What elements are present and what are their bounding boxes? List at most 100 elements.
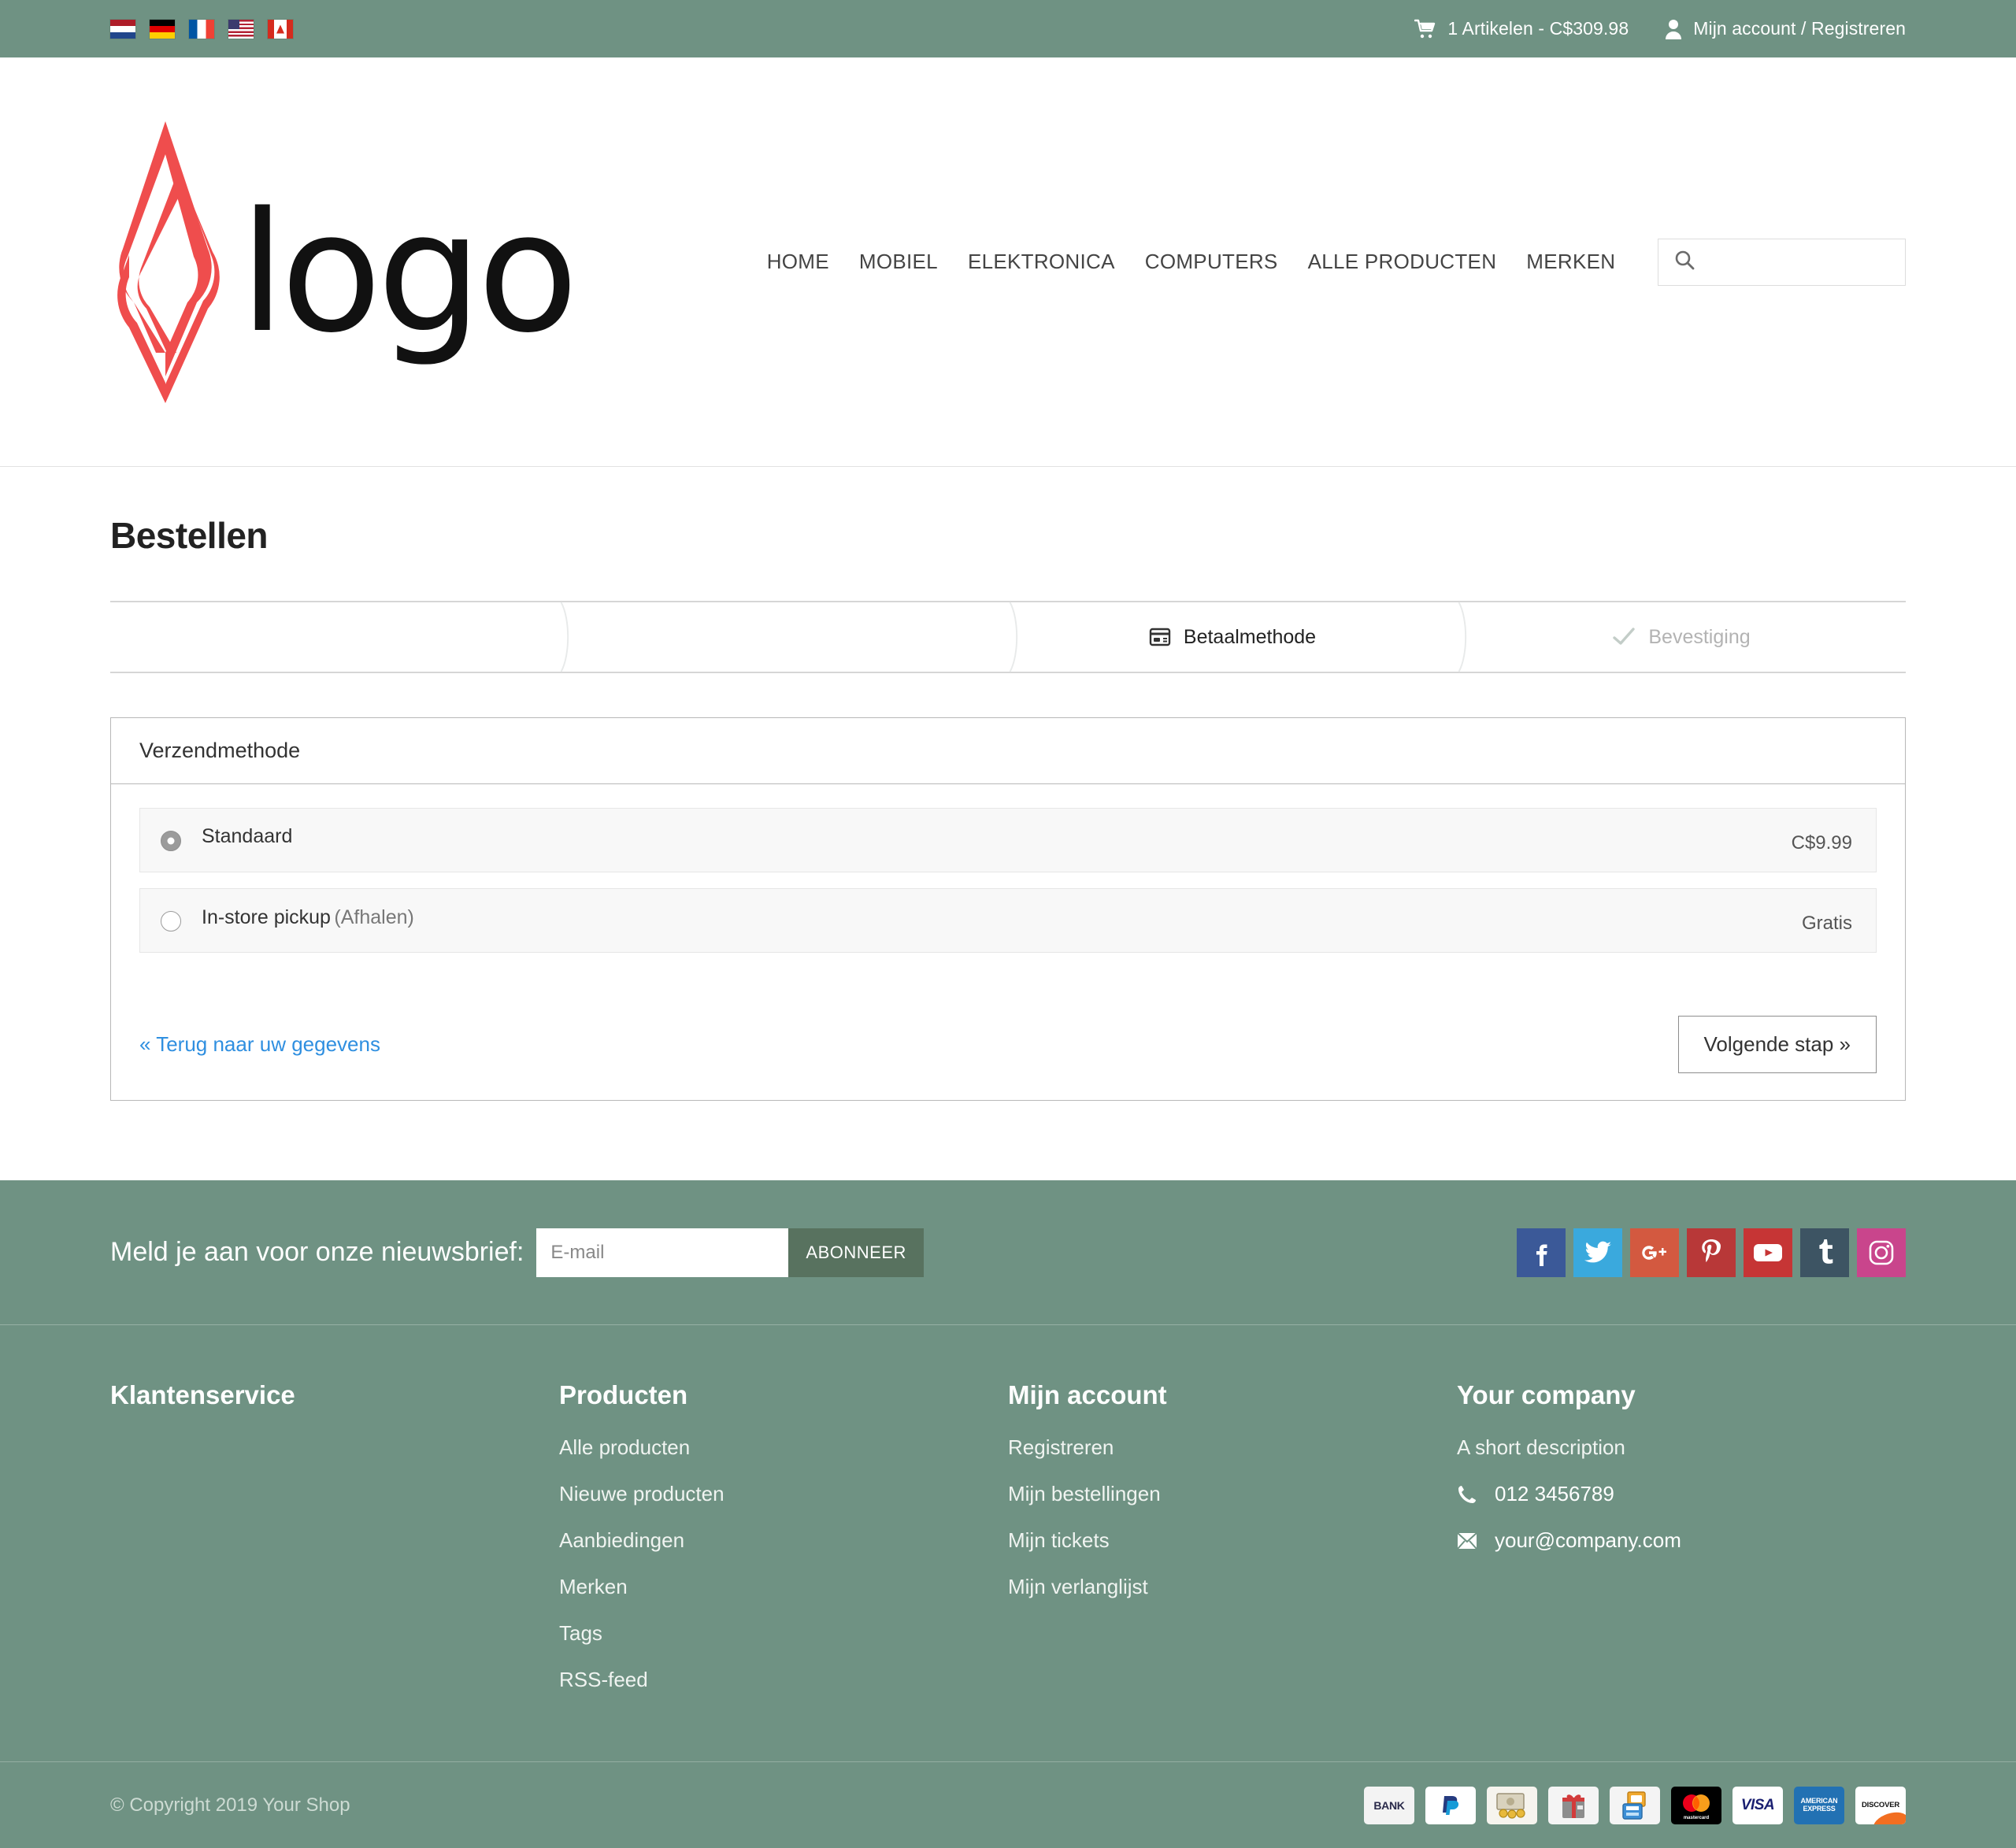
- check-icon: [1612, 627, 1636, 647]
- svg-text:mastercard: mastercard: [1684, 1816, 1710, 1820]
- logo[interactable]: logo: [110, 117, 759, 408]
- card-terminal-icon: [1610, 1786, 1660, 1824]
- flag-netherlands[interactable]: [110, 19, 135, 39]
- footer-link-rss-feed[interactable]: RSS-feed: [559, 1668, 1008, 1692]
- cart-icon: [1414, 19, 1436, 39]
- step-bevestiging-label: Bevestiging: [1648, 625, 1751, 648]
- main-content: Bestellen Betaalmethode Bevestiging Verz…: [0, 467, 2016, 1180]
- shipping-option-standaard-label: Standaard: [202, 825, 293, 847]
- account-link[interactable]: Mijn account / Registreren: [1665, 18, 1906, 39]
- amex-label: AMERICAN EXPRESS: [1800, 1797, 1838, 1813]
- flag-united-states[interactable]: [228, 19, 254, 39]
- footer-heading-company: Your company: [1457, 1380, 1636, 1409]
- shipping-option-pickup-sublabel: (Afhalen): [334, 906, 414, 928]
- step-divider-icon: [560, 602, 569, 672]
- panel-title: Verzendmethode: [111, 718, 1905, 784]
- nav-item-home[interactable]: HOME: [767, 250, 829, 274]
- footer-column-producten: Producten Alle producten Nieuwe producte…: [559, 1380, 1008, 1714]
- flame-logo-icon: [110, 117, 220, 408]
- phone-icon: [1457, 1484, 1477, 1505]
- shipping-method-panel: Verzendmethode Standaard C$9.99 In-store…: [110, 717, 1906, 1101]
- main-navigation: HOME MOBIEL ELEKTRONICA COMPUTERS ALLE P…: [767, 250, 1616, 274]
- company-email: your@company.com: [1495, 1528, 1681, 1552]
- back-link[interactable]: « Terug naar uw gegevens: [139, 1032, 380, 1057]
- footer-link-merken[interactable]: Merken: [559, 1575, 1008, 1599]
- footer-heading-klantenservice: Klantenservice: [110, 1380, 295, 1409]
- tumblr-icon[interactable]: [1800, 1228, 1849, 1277]
- flag-germany[interactable]: [150, 19, 175, 39]
- language-flags: [110, 19, 293, 39]
- pinterest-icon[interactable]: [1687, 1228, 1736, 1277]
- newsletter-email-input[interactable]: [536, 1228, 789, 1277]
- copyright-text: © Copyright 2019 Your Shop: [110, 1794, 350, 1816]
- nav-item-computers[interactable]: COMPUTERS: [1145, 250, 1278, 274]
- page-title: Bestellen: [110, 515, 269, 556]
- shipping-option-pickup-body: In-store pickup (Afhalen): [202, 906, 1802, 929]
- cart-summary[interactable]: 1 Artikelen - C$309.98: [1414, 18, 1629, 39]
- search-input[interactable]: [1704, 250, 1889, 273]
- step-bevestiging[interactable]: Bevestiging: [1457, 602, 1906, 672]
- step-2[interactable]: [559, 602, 1008, 672]
- newsletter-label: Meld je aan voor onze nieuwsbrief:: [110, 1237, 524, 1267]
- shipping-option-pickup-price: Gratis: [1801, 913, 1852, 934]
- footer-link-tags[interactable]: Tags: [559, 1621, 1008, 1646]
- visa-label: VISA: [1740, 1796, 1775, 1813]
- nav-item-merken[interactable]: MERKEN: [1526, 250, 1615, 274]
- american-express-icon: AMERICAN EXPRESS: [1794, 1786, 1844, 1824]
- nav-item-mobiel[interactable]: MOBIEL: [859, 250, 938, 274]
- radio-standaard[interactable]: [161, 831, 181, 851]
- search-box[interactable]: [1658, 238, 1906, 286]
- site-footer: Klantenservice Producten Alle producten …: [0, 1325, 2016, 1761]
- top-bar-right: 1 Artikelen - C$309.98 Mijn account / Re…: [1414, 18, 1906, 39]
- footer-link-aanbiedingen[interactable]: Aanbiedingen: [559, 1528, 1008, 1553]
- footer-link-mijn-verlanglijst[interactable]: Mijn verlanglijst: [1008, 1575, 1457, 1599]
- google-plus-icon[interactable]: [1630, 1228, 1679, 1277]
- step-betaalmethode[interactable]: Betaalmethode: [1008, 602, 1457, 672]
- newsletter-subscribe-button[interactable]: ABONNEER: [788, 1228, 924, 1277]
- footer-link-mijn-tickets[interactable]: Mijn tickets: [1008, 1528, 1457, 1553]
- youtube-icon[interactable]: [1744, 1228, 1792, 1277]
- newsletter-form: ABONNEER: [536, 1228, 924, 1277]
- account-label: Mijn account / Registreren: [1693, 18, 1906, 39]
- next-step-button[interactable]: Volgende stap »: [1677, 1016, 1877, 1073]
- instagram-icon[interactable]: [1857, 1228, 1906, 1277]
- top-bar: 1 Artikelen - C$309.98 Mijn account / Re…: [0, 0, 2016, 57]
- footer-column-mijn-account: Mijn account Registreren Mijn bestelling…: [1008, 1380, 1457, 1714]
- cart-label: 1 Artikelen - C$309.98: [1447, 18, 1629, 39]
- footer-link-registreren[interactable]: Registreren: [1008, 1435, 1457, 1460]
- search-icon: [1674, 250, 1695, 274]
- visa-icon: VISA: [1732, 1786, 1783, 1824]
- shipping-option-standaard-body: Standaard: [202, 825, 1792, 848]
- discover-label: DISCOVER: [1861, 1801, 1900, 1809]
- flag-france[interactable]: [189, 19, 214, 39]
- footer-link-alle-producten[interactable]: Alle producten: [559, 1435, 1008, 1460]
- nav-item-alle-producten[interactable]: ALLE PRODUCTEN: [1308, 250, 1497, 274]
- company-phone: 012 3456789: [1495, 1482, 1614, 1505]
- discover-swoosh: [1870, 1808, 1906, 1824]
- radio-pickup[interactable]: [161, 911, 181, 931]
- company-email-row[interactable]: your@company.com: [1457, 1528, 1906, 1553]
- footer-link-mijn-bestellingen[interactable]: Mijn bestellingen: [1008, 1482, 1457, 1506]
- company-phone-row[interactable]: 012 3456789: [1457, 1482, 1906, 1506]
- shipping-options: Standaard C$9.99 In-store pickup (Afhale…: [111, 784, 1905, 989]
- flag-canada[interactable]: [268, 19, 293, 39]
- nav-item-elektronica[interactable]: ELEKTRONICA: [968, 250, 1115, 274]
- newsletter-bar: Meld je aan voor onze nieuwsbrief: ABONN…: [0, 1180, 2016, 1325]
- step-divider-icon: [1458, 602, 1467, 672]
- paypal-icon: [1425, 1786, 1476, 1824]
- footer-link-nieuwe-producten[interactable]: Nieuwe producten: [559, 1482, 1008, 1506]
- footer-heading-producten: Producten: [559, 1380, 688, 1409]
- twitter-icon[interactable]: [1573, 1228, 1622, 1277]
- envelope-icon: [1457, 1531, 1477, 1550]
- payment-methods: BANK mastercard VISA AMERICAN EXPRESS DI…: [1364, 1786, 1906, 1824]
- credit-card-icon: [1149, 627, 1171, 647]
- facebook-icon[interactable]: [1517, 1228, 1566, 1277]
- footer-column-klantenservice: Klantenservice: [110, 1380, 559, 1714]
- cash-icon: [1487, 1786, 1537, 1824]
- panel-actions: « Terug naar uw gegevens Volgende stap »: [111, 989, 1905, 1100]
- logo-text: logo: [239, 176, 579, 370]
- shipping-option-standaard[interactable]: Standaard C$9.99: [139, 808, 1877, 872]
- shipping-option-pickup[interactable]: In-store pickup (Afhalen) Gratis: [139, 888, 1877, 953]
- step-1[interactable]: [110, 602, 559, 672]
- user-icon: [1665, 19, 1682, 39]
